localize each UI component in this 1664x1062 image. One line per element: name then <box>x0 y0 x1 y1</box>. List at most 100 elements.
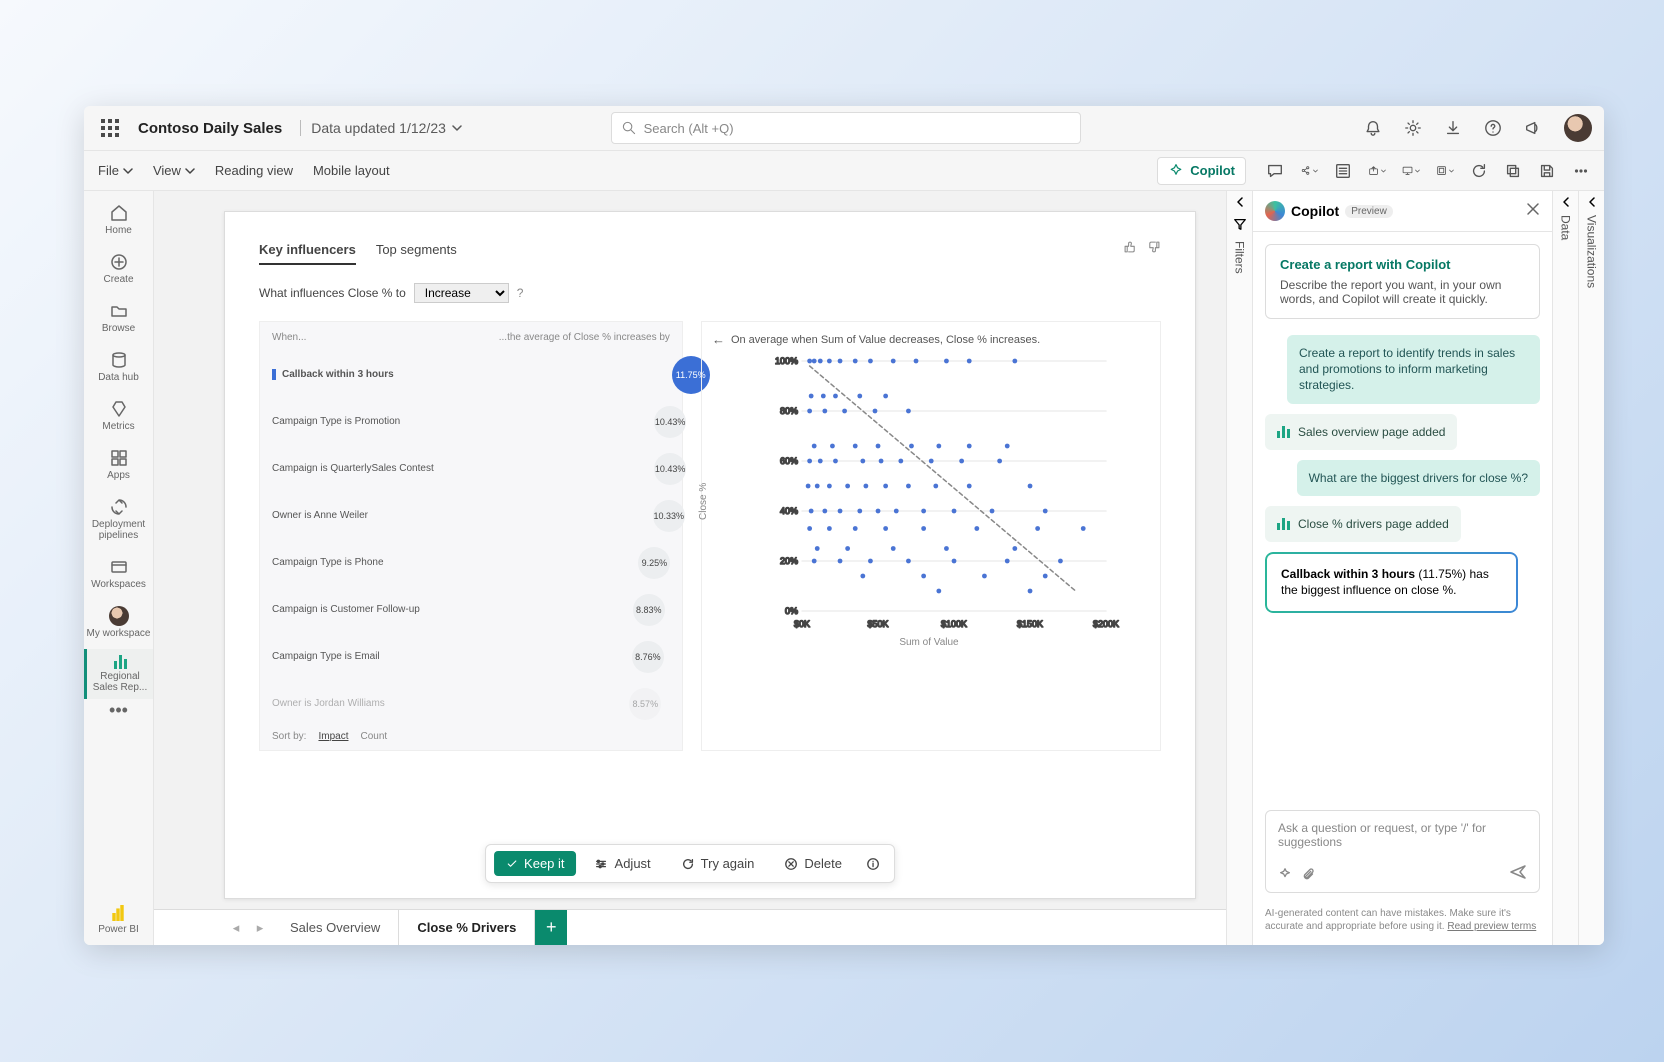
assistant-highlight-message: Callback within 3 hours (11.75%) has the… <box>1265 552 1518 612</box>
svg-text:$150K: $150K <box>1017 619 1043 629</box>
mobile-layout-button[interactable]: Mobile layout <box>313 163 390 178</box>
tab-top-segments[interactable]: Top segments <box>376 242 457 265</box>
svg-text:20%: 20% <box>780 556 798 566</box>
keep-button[interactable]: Keep it <box>494 851 576 876</box>
save-icon[interactable] <box>1538 162 1556 180</box>
page-scroll-right[interactable]: ▸ <box>248 920 272 936</box>
influence-direction-select[interactable]: Increase <box>414 283 509 303</box>
action-bar: Keep it Adjust Try again Delete <box>485 844 895 883</box>
influencer-value: 10.43% <box>654 453 686 485</box>
sort-impact[interactable]: Impact <box>318 731 348 742</box>
nav-more[interactable]: ••• <box>109 707 128 713</box>
nav-current-report[interactable]: Regional Sales Rep... <box>84 649 153 699</box>
influencer-row[interactable]: Campaign is QuarterlySales Contest10.43% <box>272 445 670 492</box>
nav-workspaces[interactable]: Workspaces <box>84 551 153 596</box>
user-message: Create a report to identify trends in sa… <box>1287 335 1540 404</box>
adjust-button[interactable]: Adjust <box>583 851 663 876</box>
megaphone-icon[interactable] <box>1524 119 1542 137</box>
help-icon[interactable] <box>1484 119 1502 137</box>
bell-icon[interactable] <box>1364 119 1382 137</box>
report-title: Contoso Daily Sales <box>138 120 282 137</box>
influencer-row[interactable]: Owner is Jordan Williams8.57% <box>272 680 670 727</box>
nav-pipelines[interactable]: Deployment pipelines <box>84 491 153 547</box>
delete-button[interactable]: Delete <box>772 851 854 876</box>
close-copilot-button[interactable] <box>1526 202 1540 221</box>
data-pane-collapsed[interactable]: Data <box>1552 191 1578 945</box>
add-page-button[interactable]: + <box>535 910 567 945</box>
influencer-row[interactable]: Callback within 3 hours11.75% <box>272 351 670 398</box>
waffle-icon[interactable] <box>96 114 124 142</box>
avatar[interactable] <box>1564 114 1592 142</box>
influencer-value: 8.57% <box>629 688 661 720</box>
refresh-icon[interactable] <box>1470 162 1488 180</box>
influencer-row[interactable]: Campaign Type is Phone9.25% <box>272 539 670 586</box>
chart-icon <box>1277 518 1290 530</box>
thumbs-up-icon[interactable] <box>1123 240 1137 254</box>
nav-home[interactable]: Home <box>84 197 153 242</box>
gear-icon[interactable] <box>1404 119 1422 137</box>
thumbs-down-icon[interactable] <box>1147 240 1161 254</box>
help-hint[interactable]: ? <box>517 286 524 300</box>
reading-view-button[interactable]: Reading view <box>215 163 293 178</box>
svg-text:$100K: $100K <box>941 619 967 629</box>
influencer-label: Campaign is QuarterlySales Contest <box>272 463 455 474</box>
page-tab-close-drivers[interactable]: Close % Drivers <box>399 910 535 945</box>
copilot-button[interactable]: Copilot <box>1157 157 1246 185</box>
feedback-icons <box>1123 240 1161 254</box>
chevron-left-icon <box>1587 197 1597 207</box>
view-menu[interactable]: View <box>153 163 195 178</box>
export-menu-icon[interactable] <box>1368 162 1386 180</box>
comment-icon[interactable] <box>1266 162 1284 180</box>
influencer-row[interactable]: Campaign Type is Email8.76% <box>272 633 670 680</box>
influencer-label: Campaign is Customer Follow-up <box>272 604 455 615</box>
powerbi-icon <box>112 905 124 921</box>
list-icon[interactable] <box>1334 162 1352 180</box>
try-again-button[interactable]: Try again <box>669 851 767 876</box>
more-icon[interactable] <box>1572 162 1590 180</box>
svg-text:$200K: $200K <box>1093 619 1119 629</box>
influencer-row[interactable]: Campaign is Customer Follow-up8.83% <box>272 586 670 633</box>
copilot-icon <box>1168 163 1184 179</box>
present-menu-icon[interactable] <box>1402 162 1420 180</box>
search-placeholder: Search (Alt +Q) <box>644 121 734 136</box>
question-row: What influences Close % to Increase ? <box>259 283 1161 303</box>
svg-text:$50K: $50K <box>867 619 888 629</box>
nav-browse[interactable]: Browse <box>84 295 153 340</box>
attach-icon[interactable] <box>1302 867 1316 881</box>
visualizations-pane-collapsed[interactable]: Visualizations <box>1578 191 1604 945</box>
ribbon: File View Reading view Mobile layout Cop… <box>84 151 1604 191</box>
preview-terms-link[interactable]: Read preview terms <box>1447 921 1536 932</box>
copilot-title: Copilot <box>1291 203 1339 219</box>
nav-rail: Home Create Browse Data hub Metrics Apps… <box>84 191 154 945</box>
send-button[interactable] <box>1509 863 1527 884</box>
page-scroll-left[interactable]: ◂ <box>224 920 248 936</box>
info-button[interactable] <box>860 852 886 876</box>
file-menu[interactable]: File <box>98 163 133 178</box>
page-tab-sales-overview[interactable]: Sales Overview <box>272 910 399 945</box>
search-icon <box>622 121 636 135</box>
data-updated[interactable]: Data updated 1/12/23 <box>300 120 462 136</box>
report-canvas: Key influencers Top segments What influe… <box>224 211 1196 899</box>
nav-my-workspace[interactable]: My workspace <box>84 600 153 645</box>
influencer-label: Campaign Type is Email <box>272 651 455 662</box>
search-input[interactable]: Search (Alt +Q) <box>611 112 1081 144</box>
influencer-row[interactable]: Campaign Type is Promotion10.43% <box>272 398 670 445</box>
copilot-input[interactable]: Ask a question or request, or type '/' f… <box>1265 810 1540 893</box>
nav-create[interactable]: Create <box>84 246 153 291</box>
filters-pane-collapsed[interactable]: Filters <box>1226 191 1252 945</box>
copilot-intro-card: Create a report with Copilot Describe th… <box>1265 244 1540 319</box>
nav-apps[interactable]: Apps <box>84 442 153 487</box>
influencer-label: Callback within 3 hours <box>272 369 455 380</box>
nav-metrics[interactable]: Metrics <box>84 393 153 438</box>
download-icon[interactable] <box>1444 119 1462 137</box>
influencer-row[interactable]: Owner is Anne Weiler10.33% <box>272 492 670 539</box>
influencer-list: When......the average of Close % increas… <box>259 321 683 751</box>
copy-icon[interactable] <box>1504 162 1522 180</box>
share-menu-icon[interactable] <box>1300 162 1318 180</box>
scatter-title: ← On average when Sum of Value decreases… <box>712 332 1146 347</box>
nav-datahub[interactable]: Data hub <box>84 344 153 389</box>
layout-menu-icon[interactable] <box>1436 162 1454 180</box>
sort-count[interactable]: Count <box>360 731 387 742</box>
sparkle-icon[interactable] <box>1278 867 1292 881</box>
tab-key-influencers[interactable]: Key influencers <box>259 242 356 265</box>
